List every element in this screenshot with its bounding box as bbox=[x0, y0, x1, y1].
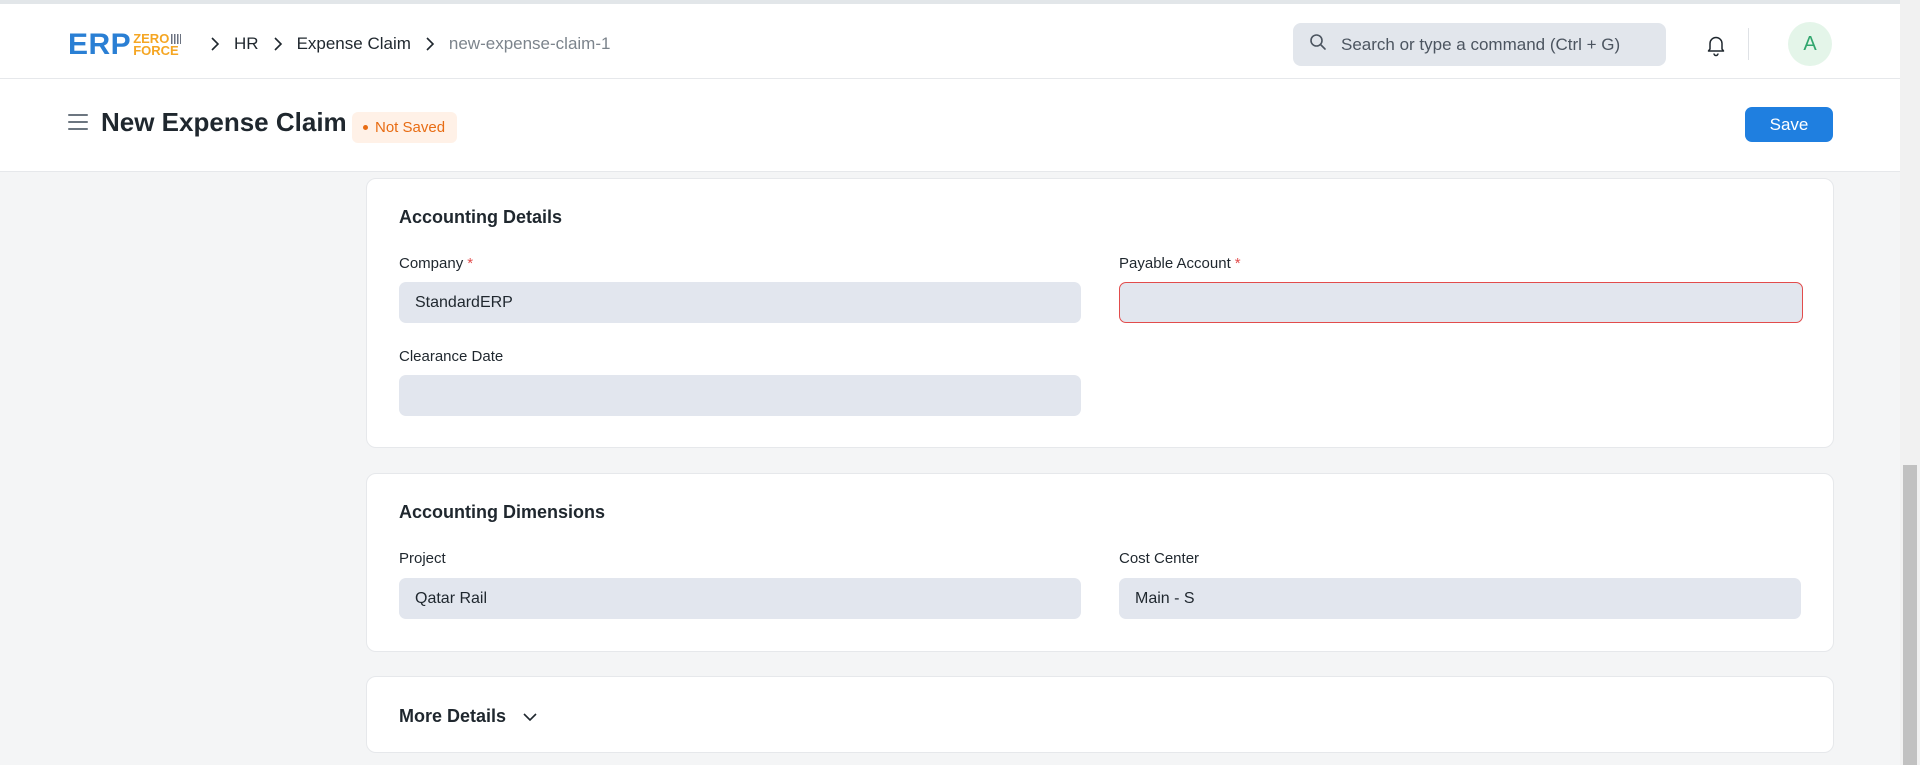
cost-center-label: Cost Center bbox=[1119, 550, 1200, 567]
search-placeholder: Search or type a command (Ctrl + G) bbox=[1341, 34, 1621, 54]
accounting-details-section: Accounting Details Company * StandardERP … bbox=[366, 178, 1834, 448]
company-label: Company * bbox=[399, 255, 474, 272]
navbar: ERP ZERO FORCE HR Expense Claim new-expe… bbox=[0, 0, 1900, 79]
hamburger-icon[interactable] bbox=[68, 114, 88, 132]
company-field[interactable]: StandardERP bbox=[399, 282, 1081, 323]
cost-center-field[interactable]: Main - S bbox=[1119, 578, 1801, 619]
status-dot bbox=[363, 125, 368, 130]
scrollbar-thumb[interactable] bbox=[1903, 465, 1917, 765]
navbar-divider bbox=[1748, 28, 1749, 60]
breadcrumb-hr[interactable]: HR bbox=[234, 34, 259, 54]
page-title: New Expense Claim bbox=[101, 107, 347, 137]
project-label: Project bbox=[399, 550, 446, 567]
search-icon bbox=[1309, 33, 1327, 56]
search-input[interactable]: Search or type a command (Ctrl + G) bbox=[1293, 23, 1666, 66]
save-button[interactable]: Save bbox=[1745, 107, 1833, 142]
breadcrumb-current[interactable]: new-expense-claim-1 bbox=[449, 34, 611, 54]
chevron-right-icon bbox=[273, 37, 283, 51]
status-badge: Not Saved bbox=[352, 112, 458, 143]
bell-icon[interactable] bbox=[1704, 33, 1728, 57]
logo-wordmark: ERP bbox=[68, 28, 132, 61]
section-title: Accounting Dimensions bbox=[399, 502, 606, 522]
page-head: New Expense Claim Not Saved Save bbox=[0, 79, 1900, 172]
scrollbar[interactable] bbox=[1900, 0, 1920, 765]
accounting-dimensions-section: Accounting Dimensions Project Qatar Rail… bbox=[366, 473, 1834, 652]
more-details-section[interactable]: More Details bbox=[366, 676, 1834, 753]
avatar[interactable]: A bbox=[1788, 22, 1832, 66]
more-details-title: More Details bbox=[399, 706, 507, 726]
clearance-date-label: Clearance Date bbox=[399, 348, 504, 365]
chevron-right-icon bbox=[210, 37, 220, 51]
breadcrumb: HR Expense Claim new-expense-claim-1 bbox=[196, 34, 610, 54]
breadcrumb-expense-claim[interactable]: Expense Claim bbox=[297, 34, 411, 54]
chevron-down-icon bbox=[522, 712, 538, 722]
project-field[interactable]: Qatar Rail bbox=[399, 578, 1081, 619]
status-text: Not Saved bbox=[375, 119, 446, 136]
clearance-date-field[interactable] bbox=[399, 375, 1081, 416]
more-details-toggle[interactable]: More Details bbox=[399, 706, 538, 727]
logo-subtext: ZERO FORCE bbox=[133, 32, 182, 57]
section-title: Accounting Details bbox=[399, 207, 563, 227]
payable-account-field[interactable] bbox=[1119, 282, 1803, 323]
chevron-right-icon bbox=[425, 37, 435, 51]
logo[interactable]: ERP ZERO FORCE bbox=[68, 28, 182, 61]
payable-account-label: Payable Account * bbox=[1119, 255, 1241, 272]
